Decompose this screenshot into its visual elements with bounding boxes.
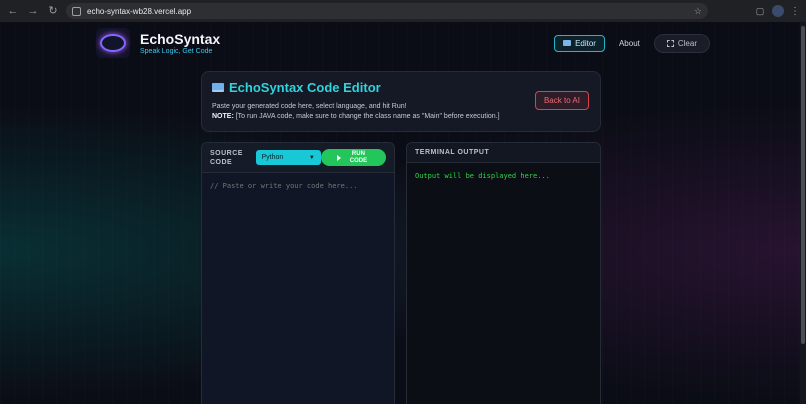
site-header: EchoSyntax Speak Logic, Get Code Editor …: [96, 26, 710, 60]
url-text[interactable]: echo-syntax-wb28.vercel.app: [87, 7, 688, 16]
laptop-icon: [563, 40, 572, 46]
reload-icon[interactable]: ↻: [46, 4, 60, 18]
note-label: NOTE:: [212, 113, 234, 120]
run-code-button[interactable]: RUN CODE: [320, 149, 386, 166]
laptop-icon: [212, 83, 224, 92]
clear-icon: [666, 39, 674, 47]
brand-title: EchoSyntax: [140, 31, 221, 47]
about-link[interactable]: About: [619, 39, 640, 48]
brand-tagline: Speak Logic, Get Code: [140, 48, 213, 55]
source-panel-header: SOURCE CODE Python ▼ RUN CODE: [202, 143, 394, 173]
play-icon: [337, 154, 342, 161]
forward-arrow-icon[interactable]: →: [26, 4, 40, 18]
intro-title: EchoSyntax Code Editor: [229, 80, 381, 95]
scrollbar-thumb[interactable]: [801, 26, 805, 344]
editor-nav-button[interactable]: Editor: [554, 34, 605, 52]
site-info-icon[interactable]: [72, 6, 81, 16]
terminal-output-panel: TERMINAL OUTPUT Output will be displayed…: [406, 142, 601, 404]
terminal-panel-header: TERMINAL OUTPUT: [407, 143, 600, 163]
terminal-output-label: TERMINAL OUTPUT: [415, 149, 490, 156]
intro-description: Paste your generated code here, select l…: [212, 103, 407, 110]
profile-avatar[interactable]: [772, 5, 784, 17]
back-to-ai-button[interactable]: Back to AI: [534, 91, 589, 110]
intro-heading: EchoSyntax Code Editor: [212, 80, 590, 95]
run-code-label: RUN CODE: [349, 150, 368, 164]
source-code-label: SOURCE CODE: [210, 149, 243, 166]
terminal-output-text: Output will be displayed here...: [415, 172, 550, 180]
language-select[interactable]: Python ▼: [255, 150, 321, 165]
language-selected: Python: [261, 154, 284, 161]
code-editor-input[interactable]: [202, 174, 394, 404]
page: EchoSyntax Speak Logic, Get Code Editor …: [0, 22, 806, 404]
logo-ring-icon: [100, 34, 126, 52]
browser-menu-icon[interactable]: ⋮: [790, 6, 800, 17]
echosyntax-logo: [96, 28, 130, 58]
editor-nav-label: Editor: [575, 38, 596, 48]
header-nav: Editor About Clear: [554, 33, 710, 53]
bookmark-star-icon[interactable]: ☆: [694, 6, 702, 17]
address-bar[interactable]: echo-syntax-wb28.vercel.app ☆: [66, 3, 708, 19]
extensions-icon[interactable]: ▢: [754, 5, 766, 17]
page-scrollbar[interactable]: [800, 22, 806, 404]
intro-note: NOTE: [To run JAVA code, make sure to ch…: [212, 113, 590, 120]
clear-label: Clear: [677, 38, 697, 48]
brand[interactable]: EchoSyntax Speak Logic, Get Code: [96, 28, 220, 58]
source-code-panel: SOURCE CODE Python ▼ RUN CODE: [201, 142, 395, 404]
browser-toolbar: ← → ↻ echo-syntax-wb28.vercel.app ☆ ▢ ⋮: [0, 0, 806, 22]
note-text: [To run JAVA code, make sure to change t…: [233, 113, 500, 120]
intro-card: EchoSyntax Code Editor Paste your genera…: [201, 71, 601, 132]
clear-button[interactable]: Clear: [653, 33, 710, 53]
back-arrow-icon[interactable]: ←: [6, 4, 20, 18]
chevron-down-icon: ▼: [308, 154, 315, 161]
